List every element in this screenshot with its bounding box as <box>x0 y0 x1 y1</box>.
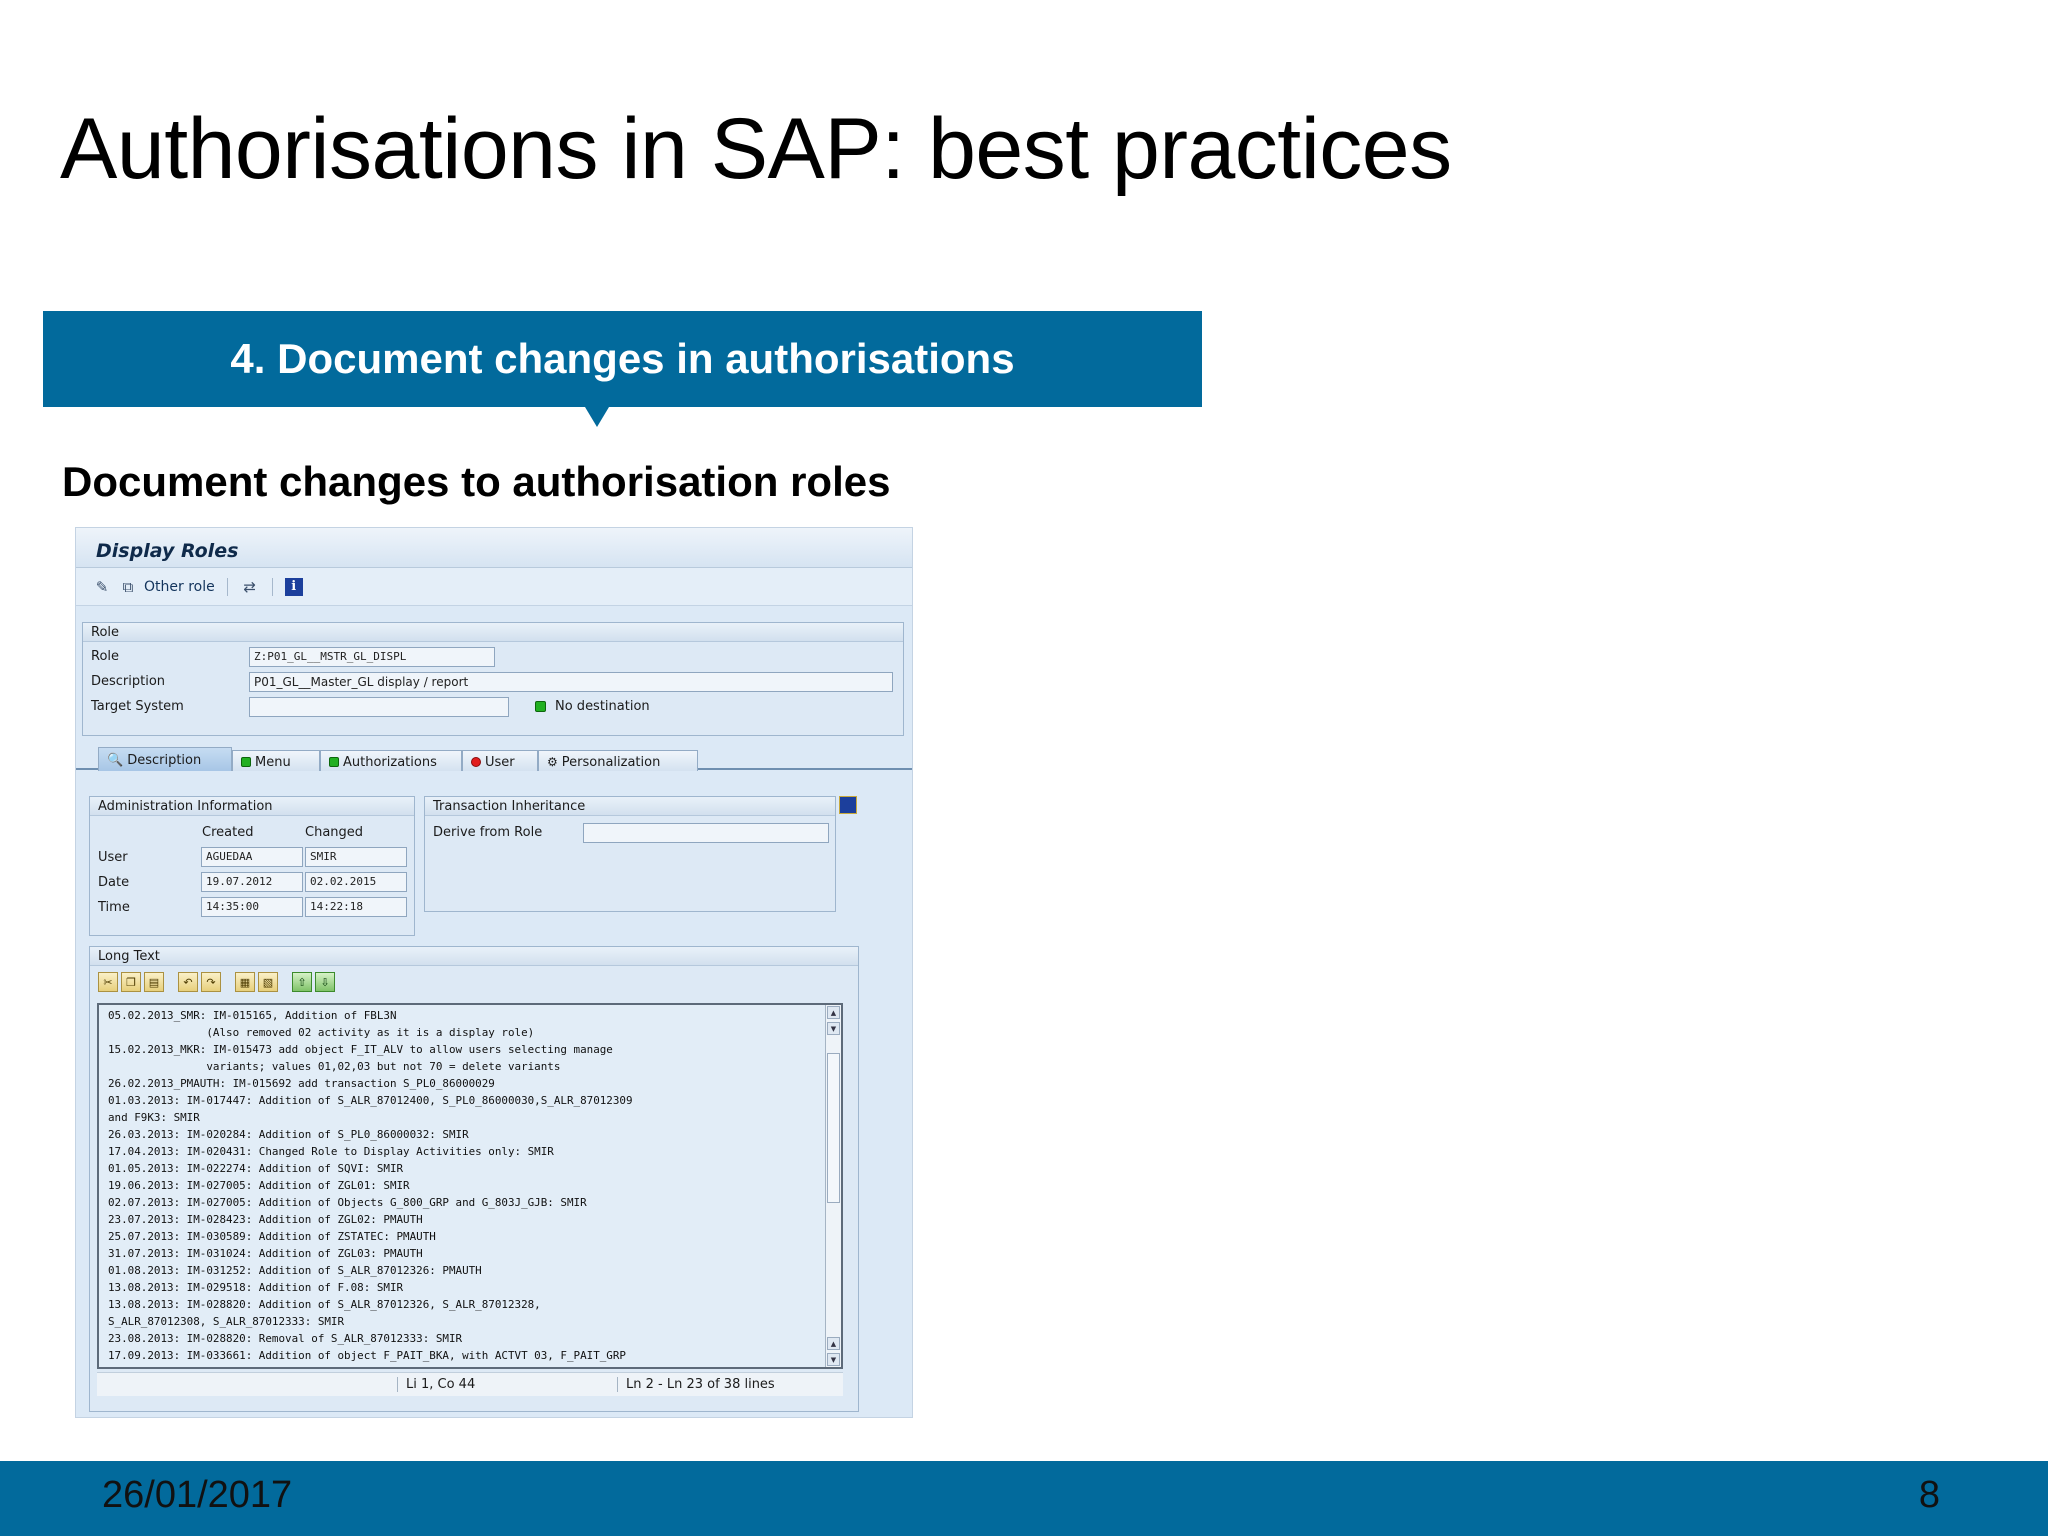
other-role-button[interactable]: Other role <box>144 579 215 595</box>
search-icon: 🔍 <box>107 753 124 768</box>
inheritance-title: Transaction Inheritance <box>425 797 835 816</box>
personalization-icon: ⚙ <box>547 755 558 769</box>
created-header: Created <box>202 825 254 840</box>
scroll-up-icon[interactable]: ▲ <box>827 1006 840 1019</box>
vertical-scrollbar[interactable]: ▲ ▼ ▲ ▼ <box>825 1005 841 1367</box>
user-label: User <box>98 850 128 865</box>
upload-icon[interactable]: ⇧ <box>292 972 312 992</box>
user-created-field: AGUEDAA <box>201 847 303 867</box>
description-field[interactable]: P01_GL__Master_GL display / report <box>249 672 893 692</box>
role-label: Role <box>91 649 120 664</box>
inheritance-group: Transaction Inheritance Derive from Role <box>424 796 836 912</box>
toolbar-separator <box>226 577 228 596</box>
tab-personalization[interactable]: ⚙ Personalization <box>538 750 698 771</box>
footer-bar <box>0 1461 2048 1536</box>
target-system-label: Target System <box>91 699 184 714</box>
page-up-icon[interactable]: ▲ <box>827 1337 840 1350</box>
tab-authorizations[interactable]: Authorizations <box>320 750 462 771</box>
slide-subheading: Document changes to authorisation roles <box>62 458 891 505</box>
paste-icon[interactable]: ▤ <box>144 972 164 992</box>
time-created-field: 14:35:00 <box>201 897 303 917</box>
undo-icon[interactable]: ↶ <box>178 972 198 992</box>
admin-info-group: Administration Information Created Chang… <box>89 796 415 936</box>
other-role-icon[interactable]: ⧉ <box>118 577 138 597</box>
line-range: Ln 2 - Ln 23 of 38 lines <box>617 1377 775 1392</box>
green-status-icon <box>329 757 339 767</box>
date-created-field: 19.07.2012 <box>201 872 303 892</box>
tab-label: Description <box>127 753 202 768</box>
window-title: Display Roles <box>76 528 912 568</box>
find-icon[interactable]: ▦ <box>235 972 255 992</box>
tab-label: Personalization <box>561 754 661 770</box>
long-text-editor[interactable]: 05.02.2013_SMR: IM-015165, Addition of F… <box>97 1003 843 1369</box>
toolbar-separator <box>271 577 273 596</box>
admin-info-title: Administration Information <box>90 797 414 816</box>
tab-label: Authorizations <box>343 754 437 770</box>
green-status-icon <box>241 757 251 767</box>
editor-status-bar: Li 1, Co 44 Ln 2 - Ln 23 of 38 lines <box>97 1372 843 1396</box>
tab-label: Menu <box>255 754 291 770</box>
user-changed-field: SMIR <box>305 847 407 867</box>
info-icon[interactable]: i <box>284 577 303 596</box>
cursor-position: Li 1, Co 44 <box>397 1377 475 1392</box>
tab-menu[interactable]: Menu <box>232 750 320 771</box>
footer-date: 26/01/2017 <box>102 1474 293 1516</box>
hierarchy-icon[interactable]: ⇄ <box>240 577 260 597</box>
scroll-thumb[interactable] <box>827 1053 840 1203</box>
scroll-down-icon[interactable]: ▼ <box>827 1353 840 1366</box>
edit-icon[interactable]: ✎ <box>92 577 112 597</box>
time-changed-field: 14:22:18 <box>305 897 407 917</box>
page-down-icon[interactable]: ▼ <box>827 1022 840 1035</box>
find-next-icon[interactable]: ▧ <box>258 972 278 992</box>
long-text-title: Long Text <box>90 947 858 966</box>
tab-user[interactable]: User <box>462 750 538 771</box>
sap-toolbar: ✎ ⧉ Other role ⇄ i <box>76 568 912 606</box>
section-banner: 4. Document changes in authorisations <box>43 311 1202 407</box>
long-text-group: Long Text ✂ ❐ ▤ ↶ ↷ ▦ ▧ ⇧ ⇩ 05.02.2013_S… <box>89 946 859 1412</box>
role-group-title: Role <box>83 623 903 642</box>
tab-description[interactable]: 🔍 Description <box>98 747 232 771</box>
tab-strip: 🔍 Description Menu Authorizations User ⚙… <box>76 746 912 771</box>
date-changed-field: 02.02.2015 <box>305 872 407 892</box>
long-text-content[interactable]: 05.02.2013_SMR: IM-015165, Addition of F… <box>108 1007 633 1364</box>
copy-icon[interactable]: ❐ <box>121 972 141 992</box>
banner-pointer <box>585 407 609 427</box>
download-icon[interactable]: ⇩ <box>315 972 335 992</box>
page-number: 8 <box>1918 1474 1940 1516</box>
role-field[interactable]: Z:P01_GL__MSTR_GL_DISPL <box>249 647 495 667</box>
role-group: Role Role Z:P01_GL__MSTR_GL_DISPL Descri… <box>82 622 904 736</box>
changed-header: Changed <box>305 825 364 840</box>
info-icon[interactable] <box>839 796 857 814</box>
destination-status: No destination <box>555 699 650 714</box>
red-status-icon <box>471 757 481 767</box>
redo-icon[interactable]: ↷ <box>201 972 221 992</box>
derive-from-role-field[interactable] <box>583 823 829 843</box>
derive-from-role-label: Derive from Role <box>433 825 543 840</box>
cut-icon[interactable]: ✂ <box>98 972 118 992</box>
target-system-field[interactable] <box>249 697 509 717</box>
long-text-toolbar: ✂ ❐ ▤ ↶ ↷ ▦ ▧ ⇧ ⇩ <box>90 969 858 995</box>
sap-screenshot: Display Roles ✎ ⧉ Other role ⇄ i Role Ro… <box>75 527 913 1418</box>
tab-label: User <box>485 754 515 770</box>
date-label: Date <box>98 875 130 890</box>
description-label: Description <box>91 674 166 689</box>
status-led-icon <box>535 701 546 712</box>
time-label: Time <box>98 900 130 915</box>
slide-title: Authorisations in SAP: best practices <box>60 101 1452 197</box>
